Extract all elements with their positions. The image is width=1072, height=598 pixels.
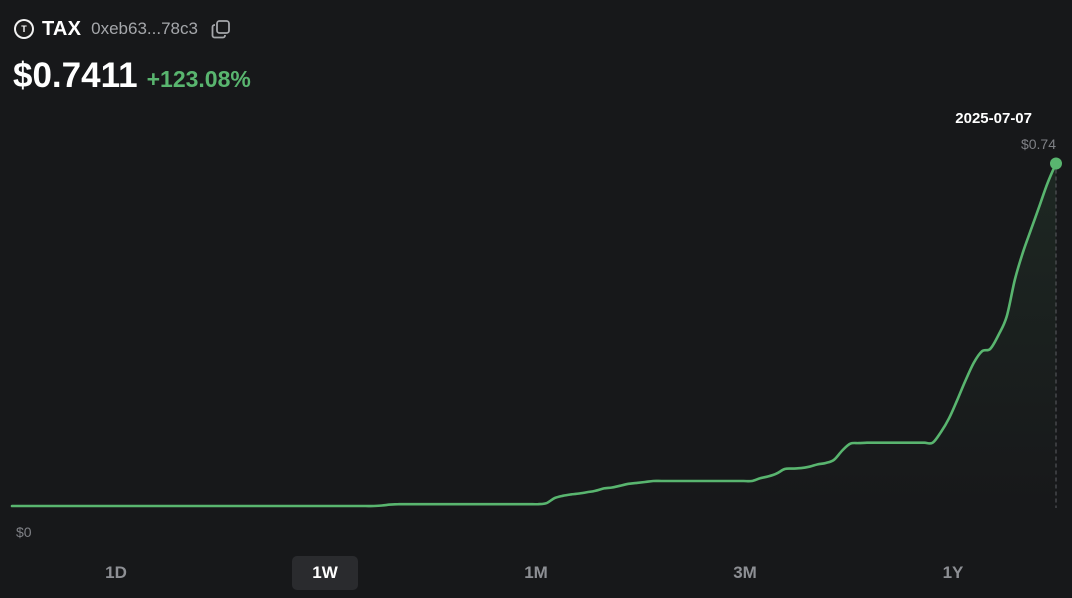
price-change: +123.08% xyxy=(146,66,251,92)
range-tab-1w[interactable]: 1W xyxy=(292,556,358,590)
range-tabs: 1D 1W 1M 3M 1Y xyxy=(0,556,1072,590)
price-chart[interactable]: 2025-07-07 $0.74 $0 xyxy=(0,100,1072,546)
token-symbol: TAX xyxy=(42,17,82,40)
hover-date-label: 2025-07-07 xyxy=(955,110,1032,127)
range-tab-1m[interactable]: 1M xyxy=(503,556,569,590)
current-price: $0.7411 xyxy=(13,56,138,95)
token-address: 0xeb63...78c3 xyxy=(91,19,198,38)
copy-icon[interactable] xyxy=(210,18,232,40)
hover-value-label: $0.74 xyxy=(1021,136,1056,152)
range-tab-1d[interactable]: 1D xyxy=(83,556,149,590)
token-logo-letter: T xyxy=(16,21,32,37)
range-tab-3m[interactable]: 3M xyxy=(712,556,778,590)
price-area xyxy=(12,163,1056,507)
range-tab-1y[interactable]: 1Y xyxy=(920,556,986,590)
y-axis-min-label: $0 xyxy=(16,524,32,540)
token-header: T TAX 0xeb63...78c3 xyxy=(14,16,232,42)
token-logo-icon: T xyxy=(14,19,34,39)
last-point-marker[interactable] xyxy=(1050,157,1062,170)
price-row: $0.7411 +123.08% xyxy=(13,56,251,96)
